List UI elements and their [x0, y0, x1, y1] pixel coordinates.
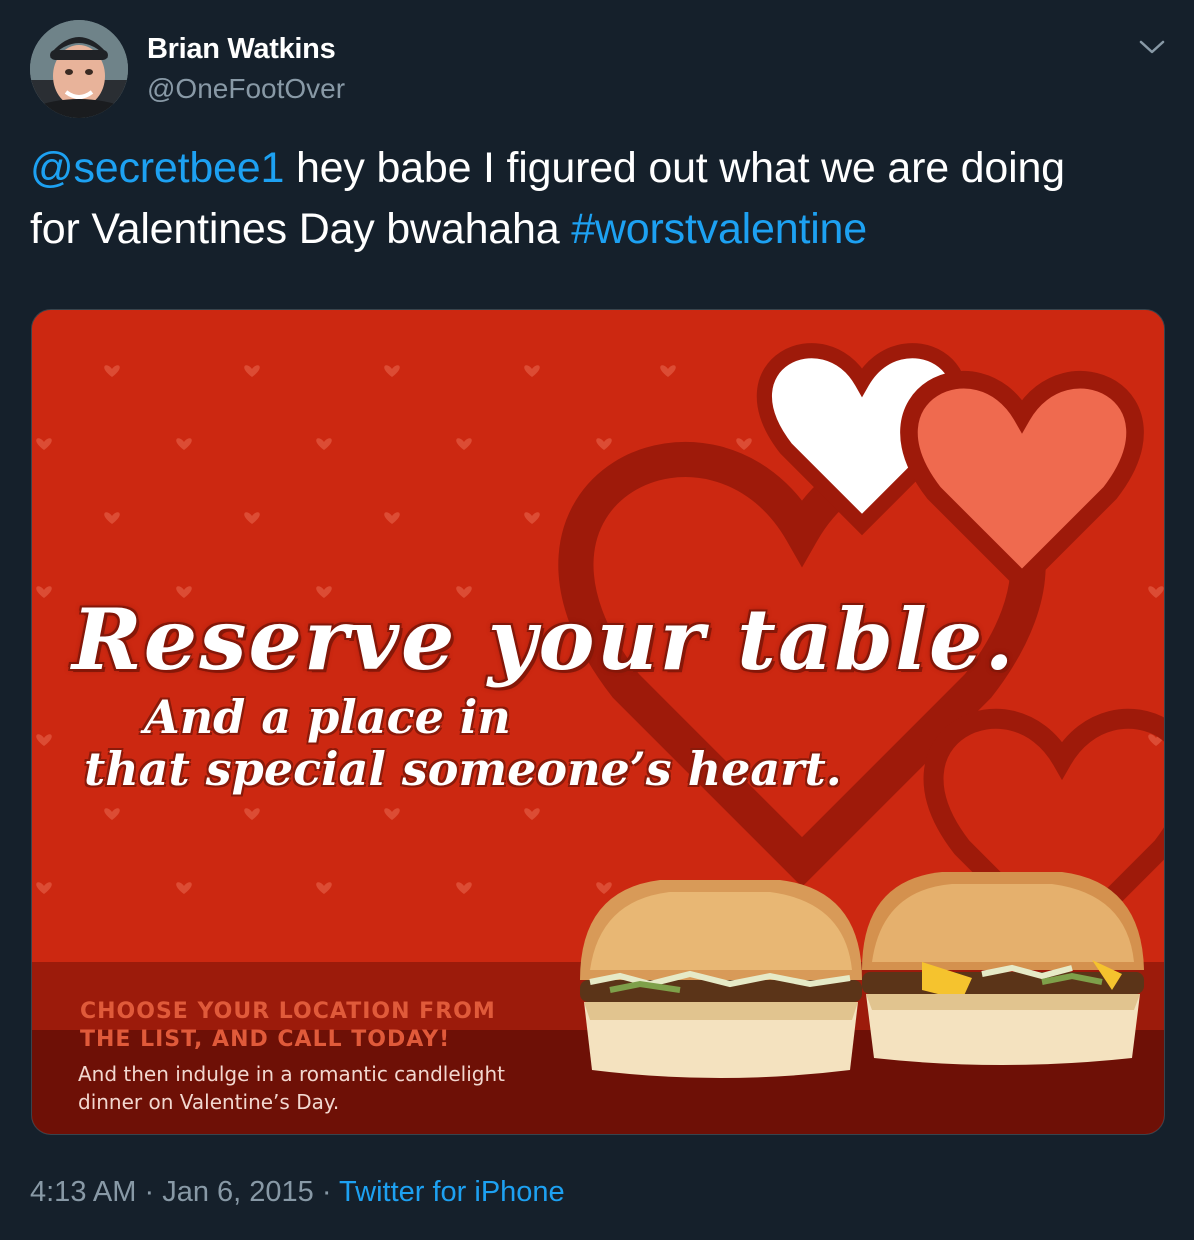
tweet-media-image[interactable]: Reserve your table. And a place in that … [31, 309, 1165, 1135]
ad-cta-line-2: THE LIST, AND CALL TODAY! [80, 1027, 451, 1052]
tweet-text: @secretbee1 hey babe I figured out what … [30, 138, 1170, 260]
ad-headline: Reserve your table. [72, 590, 1016, 689]
tweet-text-part2: for Valentines Day bwahaha [30, 205, 572, 253]
avatar-image [30, 20, 128, 118]
ad-body-line-1: And then indulge in a romantic candlelig… [78, 1062, 505, 1086]
ad-cta-line-1: CHOOSE YOUR LOCATION FROM [80, 999, 496, 1024]
chevron-down-icon[interactable] [1137, 34, 1167, 60]
author-name[interactable]: Brian Watkins [147, 33, 336, 66]
tweet-time[interactable]: 4:13 AM [30, 1176, 136, 1208]
ad-body-line-2: dinner on Valentine’s Day. [78, 1090, 340, 1114]
ad-body-text: And then indulge in a romantic candlelig… [78, 1060, 598, 1116]
tweet-meta: 4:13 AM · Jan 6, 2015 · Twitter for iPho… [30, 1176, 565, 1209]
ad-subline-1: And a place in [144, 690, 511, 744]
tweet-text-part1: hey babe I figured out what we are doing [284, 144, 1065, 192]
tweet-date[interactable]: Jan 6, 2015 [162, 1176, 314, 1208]
mention-link[interactable]: @secretbee1 [30, 144, 284, 192]
ad-call-to-action: CHOOSE YOUR LOCATION FROM THE LIST, AND … [80, 998, 600, 1054]
meta-separator: · [313, 1176, 340, 1208]
tweet-source-link[interactable]: Twitter for iPhone [339, 1176, 565, 1208]
tweet: Brian Watkins @OneFootOver @secretbee1 h… [0, 0, 1194, 1240]
author-handle[interactable]: @OneFootOver [147, 73, 345, 105]
meta-separator: · [136, 1176, 163, 1208]
hashtag-link[interactable]: #worstvalentine [571, 205, 867, 253]
avatar[interactable] [30, 20, 128, 118]
ad-subline-2: that special someone’s heart. [84, 742, 842, 796]
